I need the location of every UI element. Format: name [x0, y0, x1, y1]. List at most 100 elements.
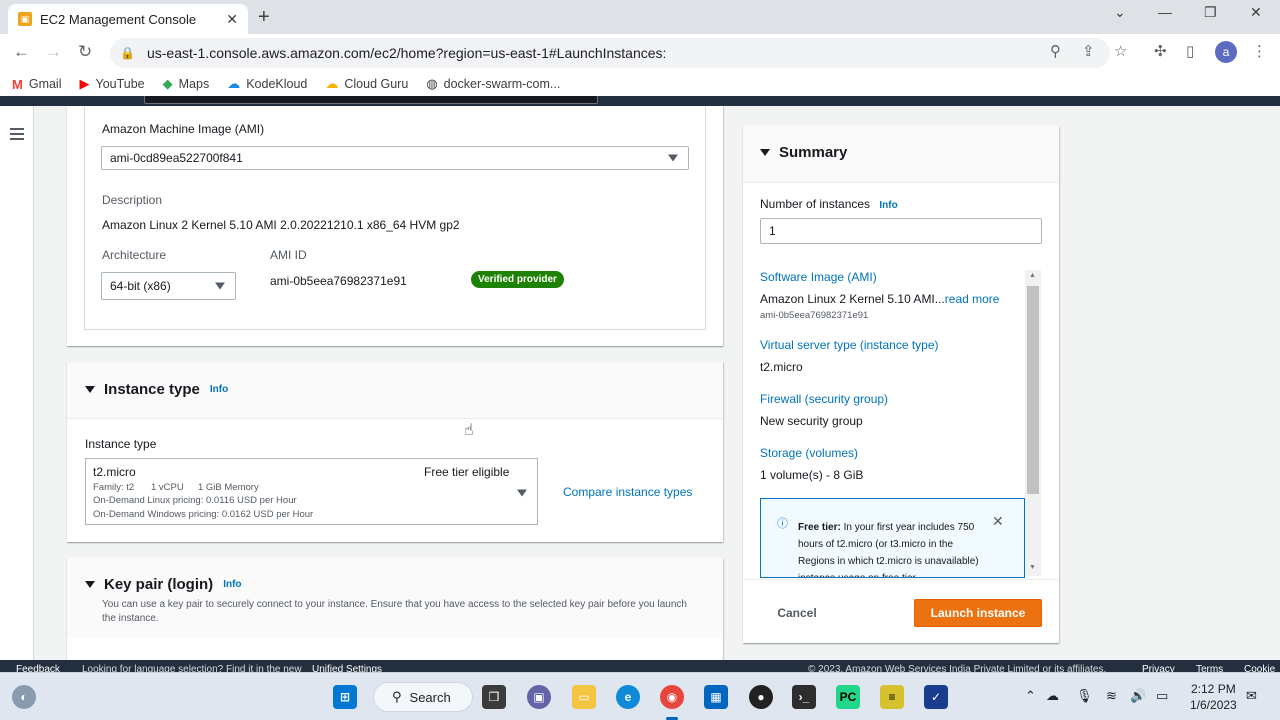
instance-vcpu: 1 vCPU	[151, 482, 184, 493]
minimize-icon[interactable]: —	[1158, 4, 1172, 20]
bookmark-star-icon[interactable]: ☆	[1114, 42, 1127, 60]
windows-start-icon[interactable]: ⊞	[333, 685, 357, 709]
aws-search-input[interactable]	[144, 96, 598, 104]
ami-id-label: AMI ID	[270, 248, 307, 262]
profile-avatar[interactable]: a	[1215, 41, 1237, 63]
key-pair-toggle[interactable]: Key pair (login) Info	[85, 576, 242, 593]
menu-kebab-icon[interactable]: ⋮	[1252, 42, 1267, 60]
task-view-icon[interactable]: ❒	[482, 685, 506, 709]
num-instances-info-link[interactable]: Info	[879, 200, 897, 211]
terms-link[interactable]: Terms	[1196, 664, 1223, 672]
lock-icon[interactable]: 🔒	[120, 46, 135, 60]
instance-type-select[interactable]: t2.micro Free tier eligible Family: t2 1…	[85, 458, 538, 525]
expand-triangle-icon	[85, 386, 95, 393]
instance-type-toggle[interactable]: Instance type Info	[85, 381, 228, 398]
tab-search-icon[interactable]: ⌄	[1114, 4, 1126, 21]
notepad-icon[interactable]: ≡	[880, 685, 904, 709]
bookmark-docker-swarm[interactable]: ◍ docker-swarm-com...	[426, 76, 560, 92]
cookie-link[interactable]: Cookie	[1244, 664, 1275, 672]
software-image-value: Amazon Linux 2 Kernel 5.10 AMI...read mo…	[760, 292, 999, 306]
restore-icon[interactable]: ❐	[1204, 4, 1217, 21]
scroll-up-icon[interactable]: ▲	[1029, 272, 1036, 279]
scroll-thumb[interactable]	[1027, 286, 1039, 494]
address-bar[interactable]: 🔒 us-east-1.console.aws.amazon.com/ec2/h…	[110, 38, 1110, 68]
cancel-button[interactable]: Cancel	[770, 600, 824, 626]
launch-instance-button[interactable]: Launch instance	[914, 599, 1042, 627]
github-icon[interactable]: ●	[749, 685, 773, 709]
chrome-icon[interactable]: ◉	[660, 685, 684, 709]
virtual-server-type-value: t2.micro	[760, 360, 803, 374]
ami-select[interactable]: ami-0cd89ea522700f841	[101, 146, 689, 170]
instance-family: Family: t2	[93, 482, 135, 493]
firewall-value: New security group	[760, 414, 863, 428]
scroll-down-icon[interactable]: ▼	[1029, 564, 1036, 571]
edge-icon[interactable]: e	[616, 685, 640, 709]
bookmark-youtube[interactable]: ▶ YouTube	[80, 76, 145, 92]
compare-instance-types-link[interactable]: Compare instance types	[563, 485, 692, 499]
bookmark-cloud-guru[interactable]: ☁ Cloud Guru	[325, 76, 408, 92]
extensions-icon[interactable]: ✣	[1154, 42, 1167, 60]
instance-type-field-label: Instance type	[85, 437, 157, 451]
num-instances-input[interactable]: 1	[760, 218, 1042, 244]
taskbar-clock[interactable]: 2:12 PM 1/6/2023	[1190, 681, 1237, 713]
pycharm-icon[interactable]: PC	[836, 685, 860, 709]
summary-scrollbar[interactable]: ▲ ▼	[1025, 270, 1041, 576]
clock-date: 1/6/2023	[1190, 698, 1237, 712]
weather-icon[interactable]: ◐	[12, 685, 36, 709]
new-tab-icon[interactable]: +	[258, 6, 270, 29]
caret-down-icon	[517, 489, 527, 497]
close-tab-icon[interactable]: ✕	[226, 11, 238, 28]
firewall-link[interactable]: Firewall (security group)	[760, 392, 888, 406]
side-nav	[0, 106, 34, 660]
browser-tab[interactable]: ▣ EC2 Management Console ✕	[8, 4, 248, 34]
onedrive-icon[interactable]: ☁	[1046, 688, 1059, 704]
summary-divider	[743, 579, 1059, 580]
bookmark-maps[interactable]: ◆ Maps	[163, 76, 210, 92]
caret-down-icon	[215, 282, 225, 290]
notification-icon[interactable]: ✉	[1246, 688, 1257, 704]
unified-settings-link[interactable]: Unified Settings	[312, 664, 382, 672]
teams-chat-icon[interactable]: ▣	[527, 685, 551, 709]
hamburger-menu-icon[interactable]	[10, 128, 24, 140]
wifi-icon[interactable]: ≋	[1106, 688, 1117, 704]
summary-toggle[interactable]: Summary	[760, 144, 847, 161]
bookmark-gmail[interactable]: M Gmail	[12, 77, 62, 92]
storage-link[interactable]: Storage (volumes)	[760, 446, 858, 460]
read-more-link[interactable]: read more	[945, 292, 1000, 306]
close-window-icon[interactable]: ✕	[1250, 4, 1262, 21]
volume-icon[interactable]: 🔊	[1130, 688, 1146, 704]
privacy-link[interactable]: Privacy	[1142, 664, 1175, 672]
feedback-link[interactable]: Feedback	[16, 664, 60, 672]
terminal-icon[interactable]: ›_	[792, 685, 816, 709]
software-image-id: ami-0b5eea76982371e91	[760, 310, 869, 321]
whiteboard-icon[interactable]: ✓	[924, 685, 948, 709]
share-icon[interactable]: ⇪	[1082, 42, 1095, 60]
aws-top-nav	[0, 96, 1280, 106]
ami-label: Amazon Machine Image (AMI)	[102, 122, 265, 136]
key-pair-info-link[interactable]: Info	[223, 579, 241, 590]
microphone-icon[interactable]: 🎙	[1076, 688, 1093, 704]
summary-title: Summary	[779, 144, 848, 161]
store-icon[interactable]: ▦	[704, 685, 728, 709]
back-icon[interactable]: ←	[13, 42, 30, 62]
battery-icon[interactable]: ▭	[1156, 688, 1168, 704]
zoom-icon[interactable]: ⚲	[1050, 42, 1061, 60]
taskbar-search[interactable]: ⚲ Search	[373, 682, 473, 712]
bookmarks-bar: M Gmail ▶ YouTube ◆ Maps ☁ KodeKloud ☁ Cloud …	[0, 72, 1280, 96]
virtual-server-type-link[interactable]: Virtual server type (instance type)	[760, 338, 939, 352]
num-instances-label-text: Number of instances	[760, 197, 871, 211]
architecture-select[interactable]: 64-bit (x86)	[101, 272, 236, 300]
software-image-link[interactable]: Software Image (AMI)	[760, 270, 877, 284]
reload-icon[interactable]: ↻	[78, 42, 92, 62]
close-alert-icon[interactable]: ✕	[992, 513, 1004, 530]
show-hidden-icons-icon[interactable]: ⌃	[1025, 688, 1036, 704]
windows-pricing: On-Demand Windows pricing: 0.0162 USD pe…	[93, 509, 314, 520]
cloud-guru-icon: ☁	[325, 76, 339, 91]
file-explorer-icon[interactable]: ▭	[572, 685, 596, 709]
search-icon: ⚲	[392, 689, 402, 704]
forward-icon[interactable]: →	[45, 42, 62, 62]
instance-type-info-link[interactable]: Info	[210, 384, 228, 395]
bookmark-kodekloud[interactable]: ☁ KodeKloud	[227, 76, 307, 92]
side-panel-icon[interactable]: ▯	[1186, 42, 1194, 60]
key-pair-title: Key pair (login)	[104, 576, 214, 593]
